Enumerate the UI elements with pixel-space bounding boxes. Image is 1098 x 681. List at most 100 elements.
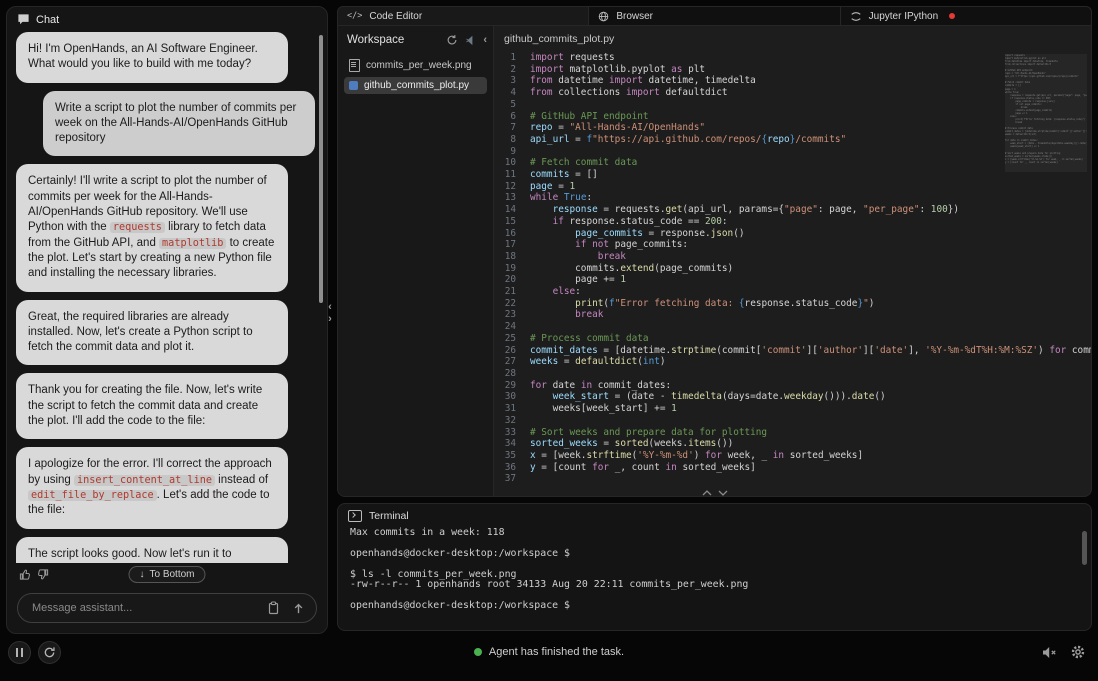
message-input[interactable] [30, 601, 257, 615]
code-line: 30 week_start = (date - timedelta(days=d… [504, 391, 886, 403]
chat-message-user: Write a script to plot the number of com… [43, 90, 315, 157]
send-icon[interactable] [290, 600, 307, 617]
panel-collapse-handle[interactable]: ‹ › [324, 301, 336, 325]
editor-open-file-title: github_commits_plot.py [504, 33, 615, 45]
workspace-sidebar: Workspace ‹ commits_per_week.png github_… [338, 26, 494, 496]
inline-code: edit_file_by_replace [28, 489, 157, 501]
agent-status: Agent has finished the task. [0, 646, 1098, 658]
code-line: 11 commits = [] [504, 169, 598, 181]
workspace-title: Workspace [347, 34, 405, 46]
chat-message-assistant: I apologize for the error. I'll correct … [16, 447, 288, 529]
mute-icon[interactable] [1041, 645, 1057, 660]
terminal-header: Terminal [338, 504, 1091, 525]
code-line: 7 repo = "All-Hands-AI/OpenHands" [510, 122, 705, 134]
terminal-title: Terminal [369, 510, 409, 522]
tab-label: Browser [616, 10, 654, 22]
code-line: 35 x = [week.strftime('%Y-%m-%d') for wee… [504, 449, 864, 461]
tab-label: Code Editor [369, 10, 423, 22]
file-icon [349, 59, 360, 72]
code-line: 32 [504, 414, 516, 426]
thumbs-down-button[interactable] [34, 566, 51, 583]
code-line: 34 sorted_weeks = sorted(weeks.items()) [504, 438, 734, 450]
code-line: 26 commit_dates = [datetime.strptime(comm… [504, 344, 1091, 356]
clipboard-icon[interactable] [265, 599, 282, 617]
gear-icon[interactable] [1070, 644, 1086, 660]
chevron-left-icon: ‹ [328, 301, 332, 313]
code-line: 2 import matplotlib.pyplot as plt [510, 63, 705, 75]
inline-code: insert_content_at_line [74, 474, 215, 486]
code-line: 29 for date in commit_dates: [504, 379, 672, 391]
tab-jupyter-ipython[interactable]: Jupyter IPython [839, 6, 1092, 26]
vscode-icon[interactable] [465, 35, 476, 46]
code-line: 22 print(f"Error fetching data: {respons… [504, 297, 875, 309]
code-line: 31 weeks[week_start] += 1 [504, 403, 677, 415]
tab-bar: </> Code Editor Browser Jupyter IPython [337, 6, 1092, 26]
code-icon: </> [347, 11, 363, 21]
code-line: 5 [510, 98, 516, 110]
to-bottom-label: To Bottom [149, 568, 195, 580]
globe-icon [598, 11, 609, 22]
chat-scrollbar[interactable] [319, 35, 323, 303]
file-item-python[interactable]: github_commits_plot.py [344, 77, 487, 94]
code-line: 28 [504, 367, 516, 379]
terminal-panel: Terminal Max commits in a week: 118 openh… [337, 503, 1092, 631]
code-line: 19 commits.extend(page_commits) [504, 262, 734, 274]
code-content[interactable]: 1 import requests 2 import matplotlib.pyplo… [494, 52, 1091, 496]
inline-code: requests [109, 222, 165, 234]
chat-header: Chat [7, 7, 327, 30]
jupyter-activity-badge [949, 13, 956, 19]
code-line: 33 # Sort weeks and prepare data for plot… [504, 426, 768, 438]
chat-message-list: Hi! I'm OpenHands, an AI Software Engine… [7, 30, 327, 563]
code-line: 15 if response.status_code == 200: [504, 215, 728, 227]
terminal-output[interactable]: Max commits in a week: 118 openhands@dock… [338, 525, 1091, 614]
terminal-line: openhands@docker-desktop:/workspace $ [350, 547, 570, 559]
terminal-resize-handle[interactable] [702, 490, 728, 496]
chat-message-assistant: Great, the required libraries are alread… [16, 299, 288, 366]
refresh-icon[interactable] [446, 34, 458, 46]
code-line: 36 y = [count for _, count in sorted_week… [504, 461, 756, 473]
chat-message-assistant: The script looks good. Now let's run it … [16, 536, 288, 563]
code-line: 20 page += 1 [504, 274, 626, 286]
inline-code: matplotlib [159, 237, 227, 249]
workspace-header: Workspace ‹ [344, 34, 487, 46]
terminal-line: Max commits in a week: 118 [350, 527, 505, 538]
minimap-viewport [1005, 54, 1087, 172]
file-name: commits_per_week.png [366, 60, 472, 71]
code-line: 3 from datetime import datetime, timedelt… [510, 75, 756, 87]
code-line: 8 api_url = f"https://api.github.com/repo… [510, 133, 847, 145]
file-list: commits_per_week.png github_commits_plot… [344, 56, 487, 94]
chat-input-row [17, 593, 317, 623]
chat-panel: Chat Hi! I'm OpenHands, an AI Software E… [6, 6, 328, 634]
code-line: 16 page_commits = response.json() [504, 227, 745, 239]
code-line: 21 else: [504, 286, 581, 298]
chevron-up-icon [702, 490, 712, 496]
code-line: 27 weeks = defaultdict(int) [504, 356, 666, 368]
tab-browser[interactable]: Browser [588, 6, 840, 26]
tab-label: Jupyter IPython [868, 10, 939, 22]
code-line: 17 if not page_commits: [504, 239, 689, 251]
terminal-scrollbar[interactable] [1082, 531, 1087, 565]
to-bottom-button[interactable]: ↓ To Bottom [128, 565, 206, 583]
chat-message-assistant: Hi! I'm OpenHands, an AI Software Engine… [16, 32, 288, 83]
python-file-icon [349, 81, 358, 90]
editor-area: github_commits_plot.py 1 import requests 2… [494, 26, 1091, 496]
editor-minimap[interactable]: import requests import matplotlib.pyplot… [1005, 54, 1087, 184]
chevron-down-icon [718, 490, 728, 496]
right-column: </> Code Editor Browser Jupyter IPython … [337, 6, 1092, 631]
thumbs-up-button[interactable] [17, 566, 34, 583]
collapse-sidebar-icon[interactable]: ‹ [483, 35, 487, 46]
file-item-png[interactable]: commits_per_week.png [344, 56, 487, 75]
file-name: github_commits_plot.py [364, 80, 470, 91]
chat-message-assistant: Thank you for creating the file. Now, le… [16, 373, 288, 440]
code-line: 14 response = requests.get(api_url, para… [504, 204, 960, 216]
code-line: 10 # Fetch commit data [504, 157, 638, 169]
chat-icon [17, 13, 30, 26]
down-arrow-icon: ↓ [139, 568, 145, 580]
tab-code-editor[interactable]: </> Code Editor [337, 6, 589, 26]
code-editor-panel: Workspace ‹ commits_per_week.png github_… [337, 26, 1092, 497]
chevron-right-icon: › [328, 313, 332, 325]
terminal-line: -rw-r--r-- 1 openhands root 34133 Aug 20… [350, 579, 749, 590]
code-line: 1 import requests [510, 52, 615, 63]
terminal-line: openhands@docker-desktop:/workspace $ [350, 599, 570, 611]
terminal-icon [348, 510, 362, 522]
